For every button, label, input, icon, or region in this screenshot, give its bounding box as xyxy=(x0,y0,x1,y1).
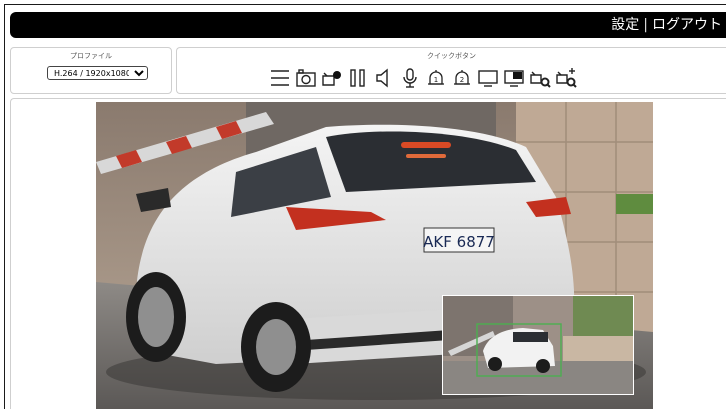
record-camera-icon[interactable] xyxy=(321,66,343,90)
single-screen-icon[interactable] xyxy=(477,66,499,90)
microphone-icon[interactable] xyxy=(399,66,421,90)
header-separator: | xyxy=(643,17,648,33)
logout-link[interactable]: ログアウト xyxy=(652,17,722,33)
header-links: 設定 | ログアウト xyxy=(611,12,726,38)
alarm-2-icon[interactable]: 2 xyxy=(451,66,473,90)
svg-text:2: 2 xyxy=(460,76,464,84)
snapshot-camera-icon[interactable] xyxy=(295,66,317,90)
profile-title: プロファイル xyxy=(70,52,112,60)
profile-panel: プロファイル H.264 / 1920x1080 xyxy=(10,47,172,94)
svg-text:1: 1 xyxy=(434,76,438,84)
pip-overview-window[interactable] xyxy=(442,295,634,395)
zoom-search-icon[interactable] xyxy=(529,66,551,90)
pip-screen-icon[interactable] xyxy=(503,66,525,90)
speaker-icon[interactable] xyxy=(373,66,395,90)
quick-buttons-panel: クイックボタン 1 2 xyxy=(176,47,726,94)
pause-icon[interactable] xyxy=(347,66,369,90)
license-plate: AKF 6877 xyxy=(423,233,495,251)
zoom-add-icon[interactable] xyxy=(555,66,577,90)
menu-icon[interactable] xyxy=(269,66,291,90)
profile-select[interactable]: H.264 / 1920x1080 xyxy=(47,66,148,80)
top-bar: 設定 | ログアウト xyxy=(10,12,726,38)
quick-buttons-title: クイックボタン xyxy=(427,52,476,60)
alarm-1-icon[interactable]: 1 xyxy=(425,66,447,90)
settings-link[interactable]: 設定 xyxy=(611,17,639,33)
quick-buttons-toolbar: 1 2 xyxy=(269,62,577,90)
